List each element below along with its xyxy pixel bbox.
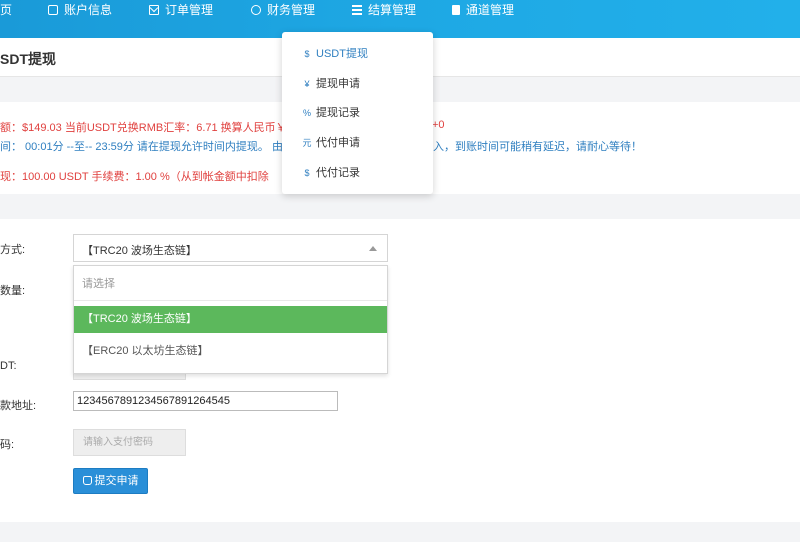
page-title: SDT提现	[0, 51, 56, 67]
address-input[interactable]	[73, 391, 338, 411]
dollar-icon: $	[304, 49, 310, 59]
dollar-icon: $	[304, 168, 310, 178]
min-withdraw-fee-text: 现：100.00 USDT 手续费：1.00 %（从到帐金额中扣除	[0, 171, 269, 183]
nav-label: 财务管理	[267, 3, 316, 17]
nav-label: 账户信息	[64, 3, 113, 17]
yen-icon: ¥	[304, 79, 310, 89]
nav-label: 结算管理	[368, 3, 417, 17]
nav-label: 订单管理	[165, 3, 214, 17]
withdraw-time-tail: 入，到账时间可能稍有延迟，请耐心等待！	[433, 141, 642, 153]
method-options-list: 请选择 【TRC20 波场生态链】 【ERC20 以太坊生态链】	[73, 265, 388, 374]
menu-item-label: USDT提现	[316, 48, 368, 60]
options-divider	[74, 300, 387, 301]
balance-rate-tail: +0	[432, 119, 445, 131]
layers-icon	[352, 5, 362, 15]
thumbs-up-icon	[82, 476, 92, 485]
menu-item-label: 提现记录	[316, 107, 360, 119]
menu-item-label: 代付申请	[316, 137, 360, 149]
usdt-label: DT:	[0, 360, 17, 372]
nav-order-management[interactable]: 订单管理	[149, 0, 213, 20]
menu-item-label: 代付记录	[316, 167, 360, 179]
balance-rate-text: 额：$149.03 当前USDT兑换RMB汇率：6.71 换算人民币￥	[0, 122, 287, 134]
file-icon	[452, 5, 460, 15]
withdraw-method-select[interactable]: 【TRC20 波场生态链】	[73, 234, 388, 262]
option-trc20[interactable]: 【TRC20 波场生态链】	[74, 306, 387, 333]
user-icon	[48, 5, 58, 15]
address-label: 款地址:	[0, 400, 37, 412]
menu-item-label: 提现申请	[316, 78, 360, 90]
nav-channel-management[interactable]: 通道管理	[452, 0, 514, 20]
amount-label: 数量:	[0, 285, 26, 297]
percent-icon: %	[302, 108, 311, 118]
submit-button[interactable]: 提交申请	[73, 468, 148, 494]
settlement-dropdown-menu: $ USDT提现 ¥ 提现申请 % 提现记录 元代付申请 $ 代付记录	[282, 32, 433, 194]
yuan-icon: 元	[302, 138, 312, 148]
cube-icon	[251, 5, 261, 15]
option-placeholder[interactable]: 请选择	[74, 271, 387, 298]
menu-item-withdraw-apply[interactable]: ¥ 提现申请	[282, 74, 433, 94]
nav-finance-management[interactable]: 财务管理	[251, 0, 315, 20]
nav-home-label: 页	[0, 3, 13, 17]
method-label: 方式:	[0, 244, 26, 256]
mail-icon	[149, 5, 159, 15]
nav-home[interactable]: 页	[0, 0, 12, 20]
nav-label: 通道管理	[466, 3, 515, 17]
nav-settlement-management[interactable]: 结算管理	[352, 0, 416, 20]
nav-account-info[interactable]: 账户信息	[48, 0, 112, 20]
menu-item-usdt-withdraw[interactable]: $ USDT提现	[282, 44, 433, 64]
payment-password-input[interactable]	[73, 429, 186, 456]
option-erc20[interactable]: 【ERC20 以太坊生态链】	[74, 338, 387, 365]
menu-item-payout-apply[interactable]: 元代付申请	[282, 133, 433, 153]
withdraw-time-text: 间： 00:01分 --至-- 23:59分 请在提现允许时间内提现。 由于	[0, 141, 294, 153]
chevron-up-icon	[369, 246, 377, 251]
submit-label: 提交申请	[94, 475, 139, 487]
method-selected-value: 【TRC20 波场生态链】	[82, 245, 197, 257]
password-label: 码:	[0, 439, 15, 451]
menu-item-withdraw-records[interactable]: % 提现记录	[282, 103, 433, 123]
menu-item-payout-records[interactable]: $ 代付记录	[282, 163, 433, 183]
